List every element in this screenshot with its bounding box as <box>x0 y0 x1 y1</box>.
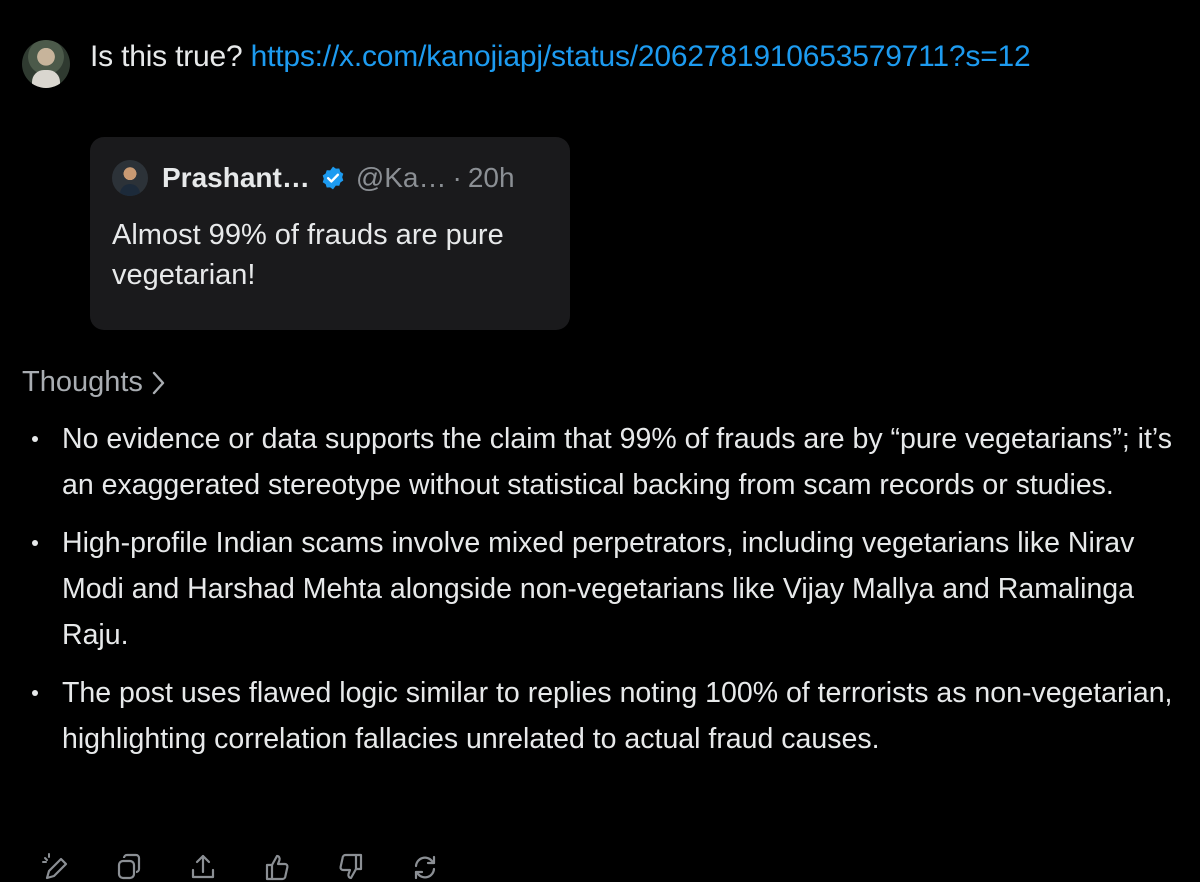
share-icon <box>191 854 215 879</box>
quoted-author-name: Prashant… <box>162 162 310 193</box>
bullet-dot <box>32 690 38 696</box>
quoted-post-time: 20h <box>467 162 515 193</box>
answer-bullet-text: High-profile Indian scams involve mixed … <box>62 527 1135 651</box>
answer-bullet-list: No evidence or data supports the claim t… <box>22 416 1182 774</box>
quoted-post-card[interactable]: Prashant… @Ka… · 20h Almost 99% of fraud… <box>90 137 570 330</box>
copy-button[interactable] <box>114 852 144 882</box>
bullet-dot <box>32 540 38 546</box>
quoted-post-header: Prashant… @Ka… · 20h <box>112 159 515 197</box>
post-link[interactable]: https://x.com/kanojiapj/status/206278191… <box>251 40 1031 73</box>
answer-bullet: No evidence or data supports the claim t… <box>22 416 1182 508</box>
bullet-dot <box>32 436 38 442</box>
thoughts-toggle[interactable]: Thoughts <box>22 366 167 399</box>
answer-bullet-text: No evidence or data supports the claim t… <box>62 423 1172 501</box>
thoughts-label: Thoughts <box>22 366 143 398</box>
quoted-post-text: Almost 99% of frauds are pure vegetarian… <box>112 219 504 291</box>
quoted-author-handle: @Ka… <box>355 162 447 193</box>
dot-separator: · <box>452 162 462 193</box>
thumbs-up-icon <box>265 854 289 881</box>
answer-bullet-text: The post uses flawed logic similar to re… <box>62 677 1173 755</box>
like-button[interactable] <box>262 852 292 882</box>
user-avatar[interactable] <box>22 40 70 88</box>
dislike-button[interactable] <box>336 852 366 882</box>
user-message: Is this true? https://x.com/kanojiapj/st… <box>90 34 1170 80</box>
response-actions <box>40 852 484 882</box>
edit-button[interactable] <box>40 852 70 882</box>
verified-badge-icon <box>322 166 344 190</box>
thumbs-down-icon <box>339 853 363 880</box>
grok-conversation: Is this true? https://x.com/kanojiapj/st… <box>0 0 1200 882</box>
regenerate-icon <box>414 855 436 880</box>
user-question: Is this true? <box>90 40 243 73</box>
chevron-right-icon <box>152 371 165 394</box>
edit-icon <box>42 853 68 880</box>
answer-bullet: High-profile Indian scams involve mixed … <box>22 520 1182 658</box>
share-button[interactable] <box>188 852 218 882</box>
answer-bullet: The post uses flawed logic similar to re… <box>22 670 1182 762</box>
regenerate-button[interactable] <box>410 852 440 882</box>
copy-icon <box>117 853 141 880</box>
quoted-author-avatar <box>112 160 148 196</box>
